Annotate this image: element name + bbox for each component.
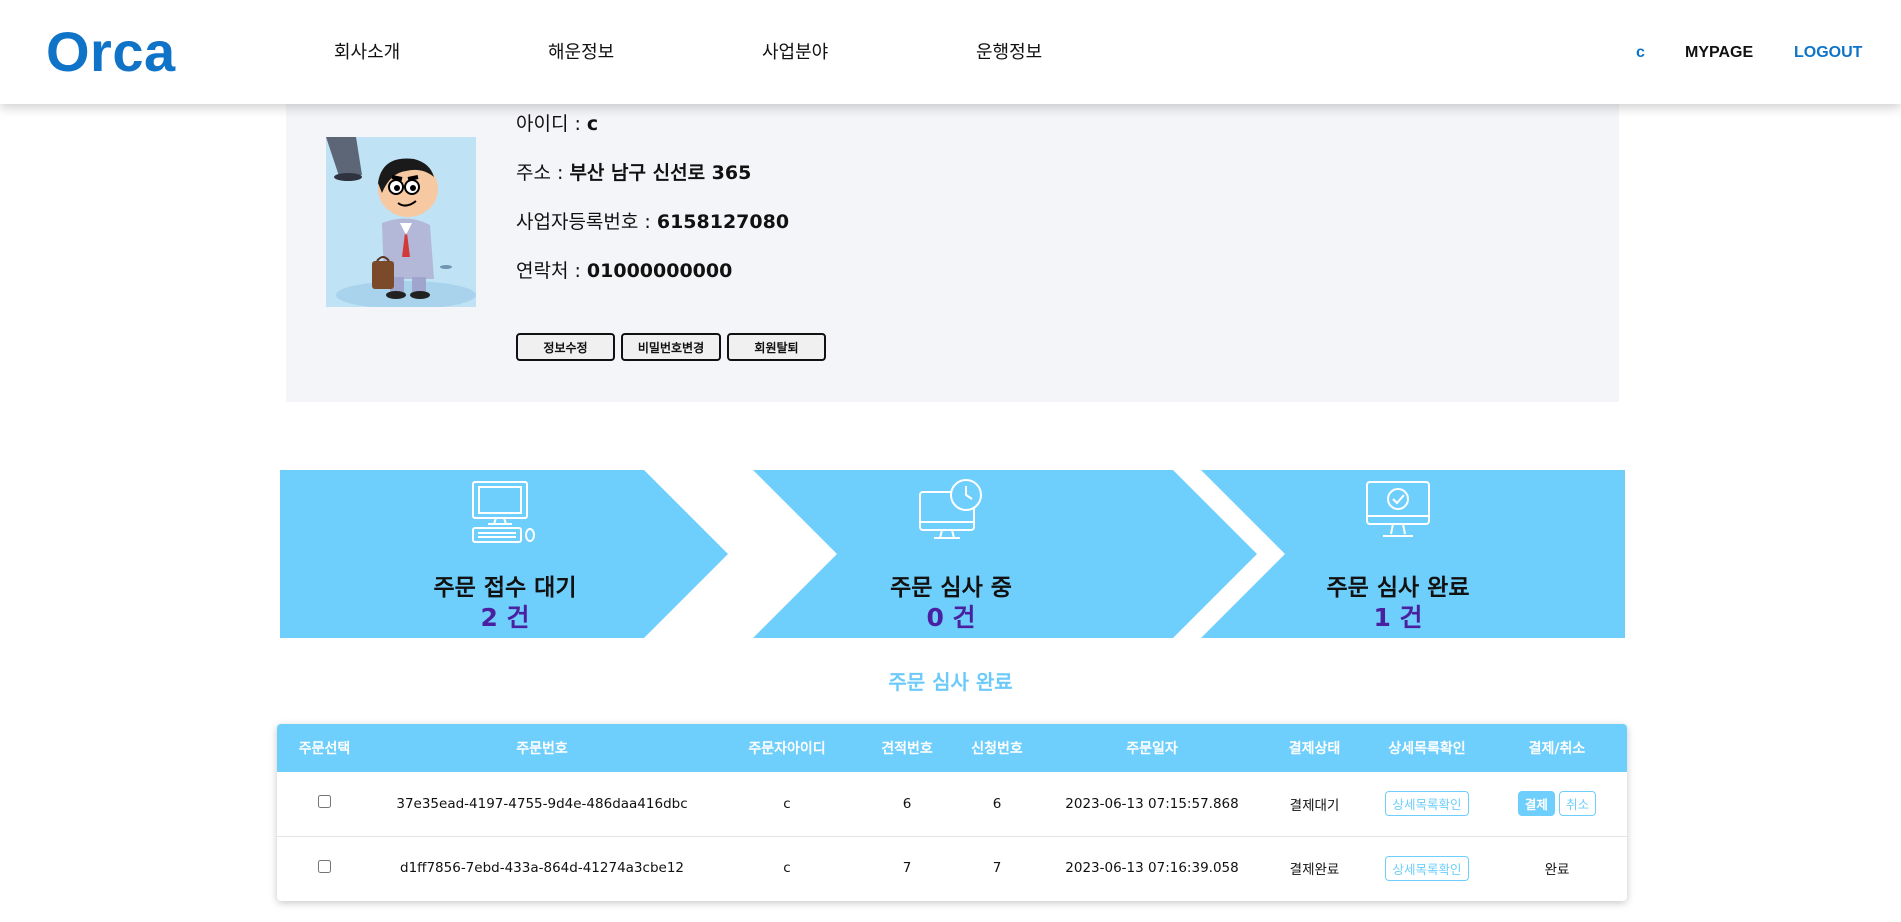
edit-info-button[interactable]: 정보수정 [516,333,615,361]
step-reviewing-count: 0 건 [926,603,976,632]
withdraw-button[interactable]: 회원탈퇴 [727,333,826,361]
info-contact-value: 01000000000 [586,260,733,282]
complete-text: 완료 [1544,862,1570,879]
order-date: 2023-06-13 07:15:57.868 [1065,795,1239,812]
table-header-row: 주문선택 주문번호 주문자아이디 견적번호 신청번호 주문일자 결제상태 상세목… [277,724,1627,772]
info-address-label: 주소 : [516,162,570,184]
cartoon-avatar-icon [326,137,476,307]
step-reviewing-label: 주문 심사 중 [890,575,1012,601]
step-complete-label: 주문 심사 완료 [1326,575,1470,601]
pay-status: 결제대기 [1289,797,1340,814]
user-name-link[interactable]: c [1636,42,1645,64]
nav-shipping-info[interactable]: 해운정보 [548,40,614,66]
info-id-label: 아이디 : [516,113,587,135]
orders-table: 주문선택 주문번호 주문자아이디 견적번호 신청번호 주문일자 결제상태 상세목… [277,724,1627,900]
nav-operation-info[interactable]: 운행정보 [976,40,1042,66]
col-detail: 상세목록확인 [1388,741,1466,757]
order-no: d1ff7856-7ebd-433a-864d-41274a3cbe12 [400,860,684,877]
order-no: 37e35ead-4197-4755-9d4e-486daa416dbc [396,795,688,812]
nav-business-area[interactable]: 사업분야 [762,40,828,66]
info-id: 아이디 : c [516,110,598,138]
col-quote-no: 견적번호 [881,741,933,757]
quote-no: 6 [902,795,912,812]
cancel-button[interactable]: 취소 [1559,791,1597,817]
pay-button[interactable]: 결제 [1517,791,1555,817]
section-title: 주문 심사 완료 [888,670,1013,694]
nav-company-intro[interactable]: 회사소개 [334,40,400,66]
apply-no: 7 [992,860,1002,877]
quote-no: 7 [902,860,912,877]
step-waiting-label: 주문 접수 대기 [433,575,577,601]
col-pay-cancel: 결제/취소 [1528,741,1586,757]
col-pay-status: 결제상태 [1288,741,1341,757]
orders-table-container: 주문선택 주문번호 주문자아이디 견적번호 신청번호 주문일자 결제상태 상세목… [277,724,1627,901]
col-select: 주문선택 [298,741,351,757]
logout-link[interactable]: LOGOUT [1794,42,1862,64]
change-password-button[interactable]: 비밀번호변경 [621,333,721,361]
mypage-link[interactable]: MYPAGE [1685,42,1753,64]
monitor-check-icon [1366,481,1430,537]
table-row: d1ff7856-7ebd-433a-864d-41274a3cbe12 c 7… [277,836,1627,900]
info-address: 주소 : 부산 남구 신선로 365 [516,159,751,187]
computer-icon [472,481,535,543]
info-business-no-value: 6158127080 [656,211,790,233]
step-waiting-count: 2 건 [480,603,530,632]
monitor-clock-icon [919,479,982,539]
col-user-id: 주문자아이디 [748,741,826,757]
apply-no: 6 [992,795,1002,812]
detail-button[interactable]: 상세목록확인 [1385,791,1469,817]
profile-panel: 아이디 : c 주소 : 부산 남구 신선로 365 사업자등록번호 : 615… [286,104,1619,402]
info-business-no: 사업자등록번호 : 6158127080 [516,208,789,236]
info-id-value: c [586,113,599,135]
orca-logo[interactable]: Orca [46,18,176,86]
col-order-date: 주문일자 [1126,741,1178,757]
info-contact-label: 연락처 : [516,260,587,282]
info-business-no-label: 사업자등록번호 : [516,211,657,233]
order-status-steps: 주문 접수 대기 2 건 주문 심사 중 0 건 주문 심사 완료 1 건 [280,470,1625,638]
col-order-no: 주문번호 [516,741,568,757]
detail-button[interactable]: 상세목록확인 [1385,855,1469,881]
table-row: 37e35ead-4197-4755-9d4e-486daa416dbc c 6… [277,772,1627,836]
col-apply-no: 신청번호 [971,741,1023,757]
info-address-value: 부산 남구 신선로 365 [569,162,752,184]
step-complete-count: 1 건 [1373,603,1423,632]
order-date: 2023-06-13 07:16:39.058 [1065,860,1239,877]
user-id: c [783,795,791,812]
row-select-checkbox[interactable] [318,795,331,809]
user-id: c [783,860,791,877]
pay-status: 결제완료 [1289,862,1340,879]
top-header: Orca 회사소개 해운정보 사업분야 운행정보 c MYPAGE LOGOUT [0,0,1901,104]
row-select-checkbox[interactable] [318,859,331,873]
info-contact: 연락처 : 01000000000 [516,257,732,285]
